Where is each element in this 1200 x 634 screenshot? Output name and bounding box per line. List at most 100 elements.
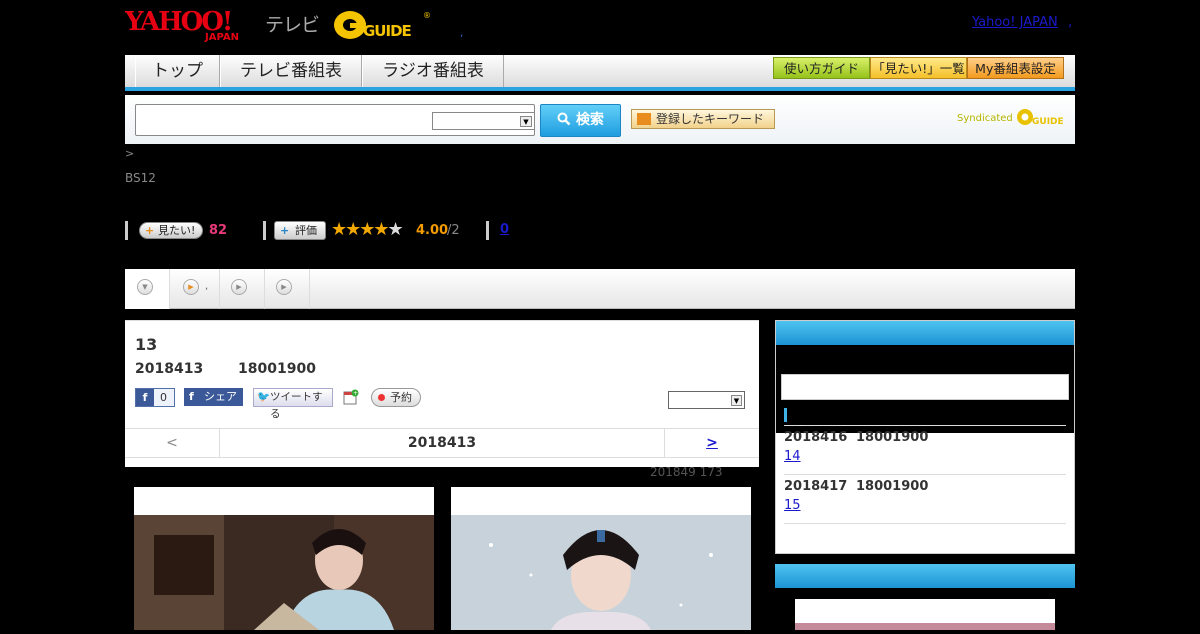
twitter-icon: 🐦	[257, 391, 271, 403]
updated-info: 201849 173	[650, 465, 723, 479]
calendar-add-icon[interactable]: +	[343, 389, 359, 405]
next-day-link[interactable]: >	[664, 429, 759, 457]
play-icon: ▶	[276, 279, 292, 295]
section-marker	[784, 408, 787, 422]
search-icon	[557, 112, 571, 126]
brand-header: YAHOO! JAPAN テレビ GUIDE ® ,	[125, 6, 465, 42]
upcoming-episodes-panel: 2018416 18001900 14 2018417 18001900 15	[775, 320, 1075, 554]
svg-text:®: ®	[423, 11, 431, 20]
play-icon: ▶	[231, 279, 247, 295]
recorder-select[interactable]: ▼	[668, 391, 745, 409]
breadcrumb[interactable]: >	[125, 147, 134, 160]
chevron-down-icon: ▼	[137, 279, 153, 295]
program-photo[interactable]	[451, 487, 751, 630]
chevron-down-icon: ▼	[520, 116, 532, 127]
episode-title: 13	[135, 335, 158, 354]
header-comma: ,	[1068, 15, 1073, 30]
divider	[784, 523, 1066, 524]
syndicated-label: Syndicated	[957, 113, 1013, 124]
play-icon: ▶	[183, 279, 199, 295]
date-pager: < 2018413 >	[125, 428, 759, 458]
global-nav: トップ テレビ番組表 ラジオ番組表 使い方ガイド 「見たい!」一覧 My番組表設…	[125, 55, 1075, 91]
gguide-small-logo: GUIDE	[1016, 109, 1064, 127]
my-schedule-button[interactable]: My番組表設定	[967, 57, 1064, 79]
facebook-share-label: シェア	[204, 390, 237, 403]
facebook-icon: f	[136, 389, 154, 406]
episode-link[interactable]: 14	[784, 449, 801, 464]
svg-text:JAPAN: JAPAN	[204, 32, 239, 42]
pager-date: 2018413	[407, 435, 477, 451]
record-icon	[378, 394, 385, 401]
tweet-button[interactable]: 🐦 ツイートする	[253, 388, 333, 420]
plus-icon: +	[145, 224, 155, 237]
tab-radio-schedule[interactable]: ラジオ番組表	[362, 55, 504, 87]
registered-keyword-button[interactable]: 登録したキーワード	[631, 109, 775, 129]
facebook-like-button[interactable]: f 0	[135, 388, 175, 407]
gguide-logo[interactable]: GUIDE ®	[333, 6, 433, 42]
tab-cast[interactable]: ▶	[265, 269, 310, 309]
tab-top[interactable]: トップ	[135, 55, 220, 87]
divider	[263, 221, 266, 240]
program-image	[134, 515, 434, 630]
want-to-watch-button[interactable]: + 見たい!	[139, 222, 203, 239]
genre-select[interactable]: ▼	[432, 112, 535, 130]
rating-value: 4.00	[416, 223, 449, 238]
divider	[486, 221, 489, 240]
want-count: 82	[209, 223, 228, 238]
star-rating: ★★★★★	[331, 219, 404, 240]
facebook-icon: f	[189, 390, 194, 403]
yahoo-japan-link[interactable]: Yahoo! JAPAN	[972, 15, 1058, 30]
facebook-like-count: 0	[160, 391, 167, 404]
header-dot: ,	[460, 28, 464, 39]
facebook-share-button[interactable]: f シェア	[184, 388, 243, 406]
rate-button[interactable]: + 評価	[274, 221, 326, 240]
reserve-button[interactable]: 予約	[371, 388, 421, 407]
svg-text:GUIDE: GUIDE	[1032, 117, 1064, 127]
tab-related[interactable]: ▶,	[170, 269, 220, 309]
dropdown-icon	[637, 113, 651, 125]
svg-text:+: +	[353, 390, 358, 397]
search-button[interactable]: 検索	[540, 104, 621, 137]
tweet-label: ツイートする	[270, 391, 323, 420]
panel-field[interactable]	[781, 374, 1069, 400]
rating-count: /2	[447, 223, 460, 238]
search-bar: ▼ 検索 登録したキーワード Syndicated GUIDE	[125, 95, 1075, 144]
chevron-down-icon: ▼	[731, 395, 742, 406]
divider	[125, 221, 128, 240]
yahoo-japan-logo[interactable]: YAHOO! JAPAN	[125, 6, 263, 42]
syndicated-logo: Syndicated GUIDE	[957, 105, 1072, 127]
episode-date: 2018417	[784, 479, 848, 494]
guide-button[interactable]: 使い方ガイド	[773, 57, 870, 79]
tv-label: テレビ	[265, 14, 320, 36]
reserve-label: 予約	[390, 391, 412, 404]
channel-name: BS12	[125, 171, 156, 185]
panel-header	[775, 564, 1075, 588]
review-count-link[interactable]: 0	[500, 222, 509, 237]
list-item: 2018417 18001900 15	[784, 474, 1066, 523]
tab-tv-schedule[interactable]: テレビ番組表	[220, 55, 362, 87]
want-label: 見たい!	[158, 224, 196, 237]
tab-reviews[interactable]: ▶	[220, 269, 265, 309]
sub-tabs: ▼ ▶, ▶ ▶	[125, 269, 1075, 309]
episode-date: 2018416	[784, 430, 848, 445]
related-panel	[775, 564, 1075, 630]
want-list-button[interactable]: 「見たい!」一覧	[870, 57, 967, 79]
related-photo[interactable]	[795, 599, 1055, 630]
broadcast-date: 2018413	[135, 361, 204, 377]
list-item: 2018416 18001900 14	[784, 425, 1066, 474]
related-image	[795, 623, 1055, 630]
search-button-label: 検索	[575, 112, 604, 128]
broadcast-time: 18001900	[238, 361, 316, 377]
panel-header	[776, 321, 1074, 345]
tab-program-info[interactable]: ▼	[125, 269, 170, 309]
plus-icon: +	[280, 224, 290, 237]
rate-label: 評価	[295, 224, 317, 237]
episode-time: 18001900	[856, 430, 929, 445]
prev-day-button[interactable]: <	[125, 429, 220, 457]
program-photo[interactable]	[134, 487, 434, 630]
svg-text:GUIDE: GUIDE	[363, 22, 412, 40]
program-image	[451, 515, 751, 630]
episode-link[interactable]: 15	[784, 498, 801, 513]
keyword-button-label: 登録したキーワード	[656, 112, 765, 126]
program-card: 13 2018413 18001900 f 0 f シェア 🐦 ツイートする +…	[125, 320, 759, 467]
